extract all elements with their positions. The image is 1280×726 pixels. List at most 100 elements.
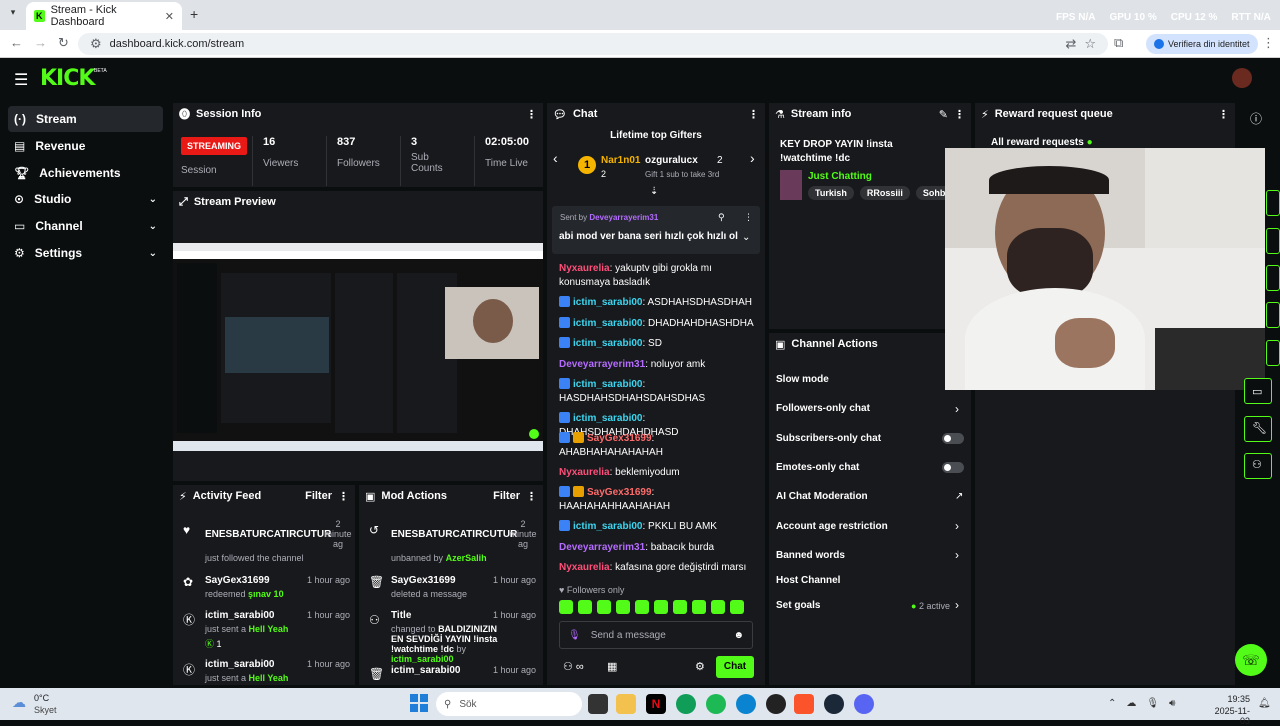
notification-icon[interactable]: 🔔︎ <box>1258 698 1271 709</box>
stream-preview-video[interactable] <box>173 243 543 451</box>
browser-menu-icon[interactable]: ⋮ <box>1262 35 1275 51</box>
sidebar-item-achievements[interactable]: 🏆︎ Achievements <box>8 160 163 186</box>
new-tab-icon[interactable]: + <box>190 6 198 22</box>
emote-icon[interactable] <box>673 600 687 614</box>
subscribers-only-row[interactable]: Subscribers-only chat <box>776 433 881 444</box>
chat-user[interactable]: SayGex31699 <box>587 433 652 444</box>
sidebar-item-channel[interactable]: ▭ Channel ⌄ <box>8 213 163 239</box>
emotes-only-row[interactable]: Emotes-only chat <box>776 462 859 473</box>
kick-logo[interactable]: KICK <box>40 66 95 91</box>
rail-button[interactable] <box>1266 228 1280 254</box>
mic-icon[interactable]: 🎙︎ <box>568 630 581 641</box>
sidebar-item-stream[interactable]: (·) Stream <box>8 106 163 132</box>
chevron-right-icon[interactable]: › <box>955 519 959 533</box>
emoji-icon[interactable]: ☻ <box>733 630 744 641</box>
more-icon[interactable]: ⋮ <box>748 108 759 121</box>
category-name[interactable]: Just Chatting <box>808 171 872 182</box>
browser-tab[interactable]: K Stream - Kick Dashboard ✕ <box>26 2 182 30</box>
emote-icon[interactable] <box>559 600 573 614</box>
explorer-icon[interactable] <box>616 694 636 714</box>
chevron-up-icon[interactable]: ⌃ <box>1108 698 1116 709</box>
chevron-right-icon[interactable]: › <box>750 150 755 166</box>
more-icon[interactable]: ⋮ <box>1218 108 1229 121</box>
rail-button[interactable] <box>1266 265 1280 291</box>
taskbar-search[interactable]: ⚲ Sök <box>436 692 582 716</box>
back-icon[interactable]: ← <box>10 35 23 50</box>
chevron-right-icon[interactable]: › <box>955 548 959 562</box>
close-tab-icon[interactable]: ✕ <box>165 10 174 23</box>
gifter-2-name[interactable]: ozguralucx <box>645 155 698 166</box>
mic-icon[interactable]: 🎙︎ <box>1146 698 1159 709</box>
chat-user[interactable]: ictim_sarabi00 <box>573 297 643 308</box>
emote-icon[interactable] <box>597 600 611 614</box>
obs-icon[interactable] <box>766 694 786 714</box>
translate-icon[interactable]: ⇄ <box>1065 36 1076 52</box>
speaker-icon[interactable]: 🔊︎ <box>1169 698 1175 709</box>
slow-mode-row[interactable]: Slow mode <box>776 374 829 385</box>
brave-icon[interactable] <box>794 694 814 714</box>
more-icon[interactable]: ⋮ <box>744 212 753 223</box>
steam-icon[interactable] <box>824 694 844 714</box>
site-info-icon[interactable]: ⚙ <box>90 36 102 52</box>
more-icon[interactable]: ⋮ <box>338 490 349 503</box>
pinned-user[interactable]: Deveyarrayerim31 <box>589 213 658 222</box>
emote-icon[interactable] <box>578 600 592 614</box>
subscribers-only-toggle[interactable] <box>942 433 964 444</box>
emote-icon[interactable] <box>654 600 668 614</box>
emotes-only-toggle[interactable] <box>942 462 964 473</box>
activity-filter-button[interactable]: Filter <box>305 490 332 502</box>
edge-icon[interactable] <box>736 694 756 714</box>
chat-user[interactable]: ictim_sarabi00 <box>573 318 643 329</box>
emote-icon[interactable] <box>616 600 630 614</box>
more-icon[interactable]: ⋮ <box>526 490 537 503</box>
url-bar[interactable]: ⚙ dashboard.kick.com/stream ⇄ ☆ <box>78 33 1108 55</box>
chat-user[interactable]: Deveyarrayerim31 <box>559 542 645 553</box>
clock-time[interactable]: 19:35 <box>1206 694 1250 704</box>
chat-user[interactable]: ictim_sarabi00 <box>573 521 643 532</box>
rail-button[interactable] <box>1266 302 1280 328</box>
reload-icon[interactable]: ↻ <box>58 35 69 51</box>
chat-settings-icon[interactable]: ⚙ <box>695 660 705 673</box>
followers-only-row[interactable]: Followers-only chat <box>776 403 870 414</box>
chevron-right-icon[interactable]: › <box>955 402 959 416</box>
system-tray[interactable]: ⌃ ☁ 🎙︎ 🔊︎ <box>1108 698 1175 709</box>
emote-icon[interactable] <box>692 600 706 614</box>
account-age-row[interactable]: Account age restriction <box>776 521 888 532</box>
external-link-icon[interactable]: ↗ <box>955 491 963 502</box>
sidebar-item-studio[interactable]: ⊙ Studio ⌄ <box>8 186 163 212</box>
forward-icon[interactable]: → <box>34 35 47 50</box>
user-avatar[interactable] <box>1232 68 1252 88</box>
weather-icon[interactable]: ☁ <box>12 694 26 711</box>
windows-start-icon[interactable] <box>410 694 428 712</box>
chrome-icon[interactable] <box>676 694 696 714</box>
chat-user[interactable]: Deveyarrayerim31 <box>559 359 645 370</box>
emote-icon[interactable] <box>635 600 649 614</box>
all-rewards-tab[interactable]: All reward requests ● <box>991 137 1093 148</box>
chat-user[interactable]: SayGex31699 <box>587 487 652 498</box>
spotify-icon[interactable] <box>706 694 726 714</box>
chat-input[interactable]: 🎙︎ Send a message ☻ <box>559 621 753 649</box>
chat-user[interactable]: Nyxaurelia <box>559 562 610 573</box>
clock-date[interactable]: 2025-11-03 <box>1206 706 1250 726</box>
chat-user[interactable]: ictim_sarabi00 <box>573 338 643 349</box>
sidebar-item-revenue[interactable]: ▤ Revenue <box>8 133 163 159</box>
chevron-right-icon[interactable]: › <box>955 598 959 612</box>
collapse-icon[interactable]: ⇣ <box>650 186 658 197</box>
chat-user[interactable]: ictim_sarabi00 <box>573 379 643 390</box>
tab-list-icon[interactable]: ▾ <box>6 7 20 21</box>
chevron-left-icon[interactable]: ‹ <box>553 150 558 166</box>
chat-tools-icon[interactable]: ⚇ ∞ <box>563 660 584 673</box>
emote-icon[interactable] <box>711 600 725 614</box>
chat-user[interactable]: ictim_sarabi00 <box>573 413 643 424</box>
sidebar-item-settings[interactable]: ⚙ Settings ⌄ <box>8 240 163 266</box>
banned-words-row[interactable]: Banned words <box>776 550 845 561</box>
more-icon[interactable]: ⋮ <box>954 108 965 121</box>
rail-button[interactable] <box>1266 190 1280 216</box>
send-chat-button[interactable]: Chat <box>716 656 754 678</box>
ai-moderation-row[interactable]: AI Chat Moderation <box>776 491 868 502</box>
set-goals-row[interactable]: Set goals <box>776 600 820 611</box>
emote-icon[interactable] <box>730 600 744 614</box>
chat-user[interactable]: Nyxaurelia <box>559 263 610 274</box>
host-channel-row[interactable]: Host Channel <box>776 575 840 586</box>
hamburger-icon[interactable]: ☰ <box>14 70 28 90</box>
